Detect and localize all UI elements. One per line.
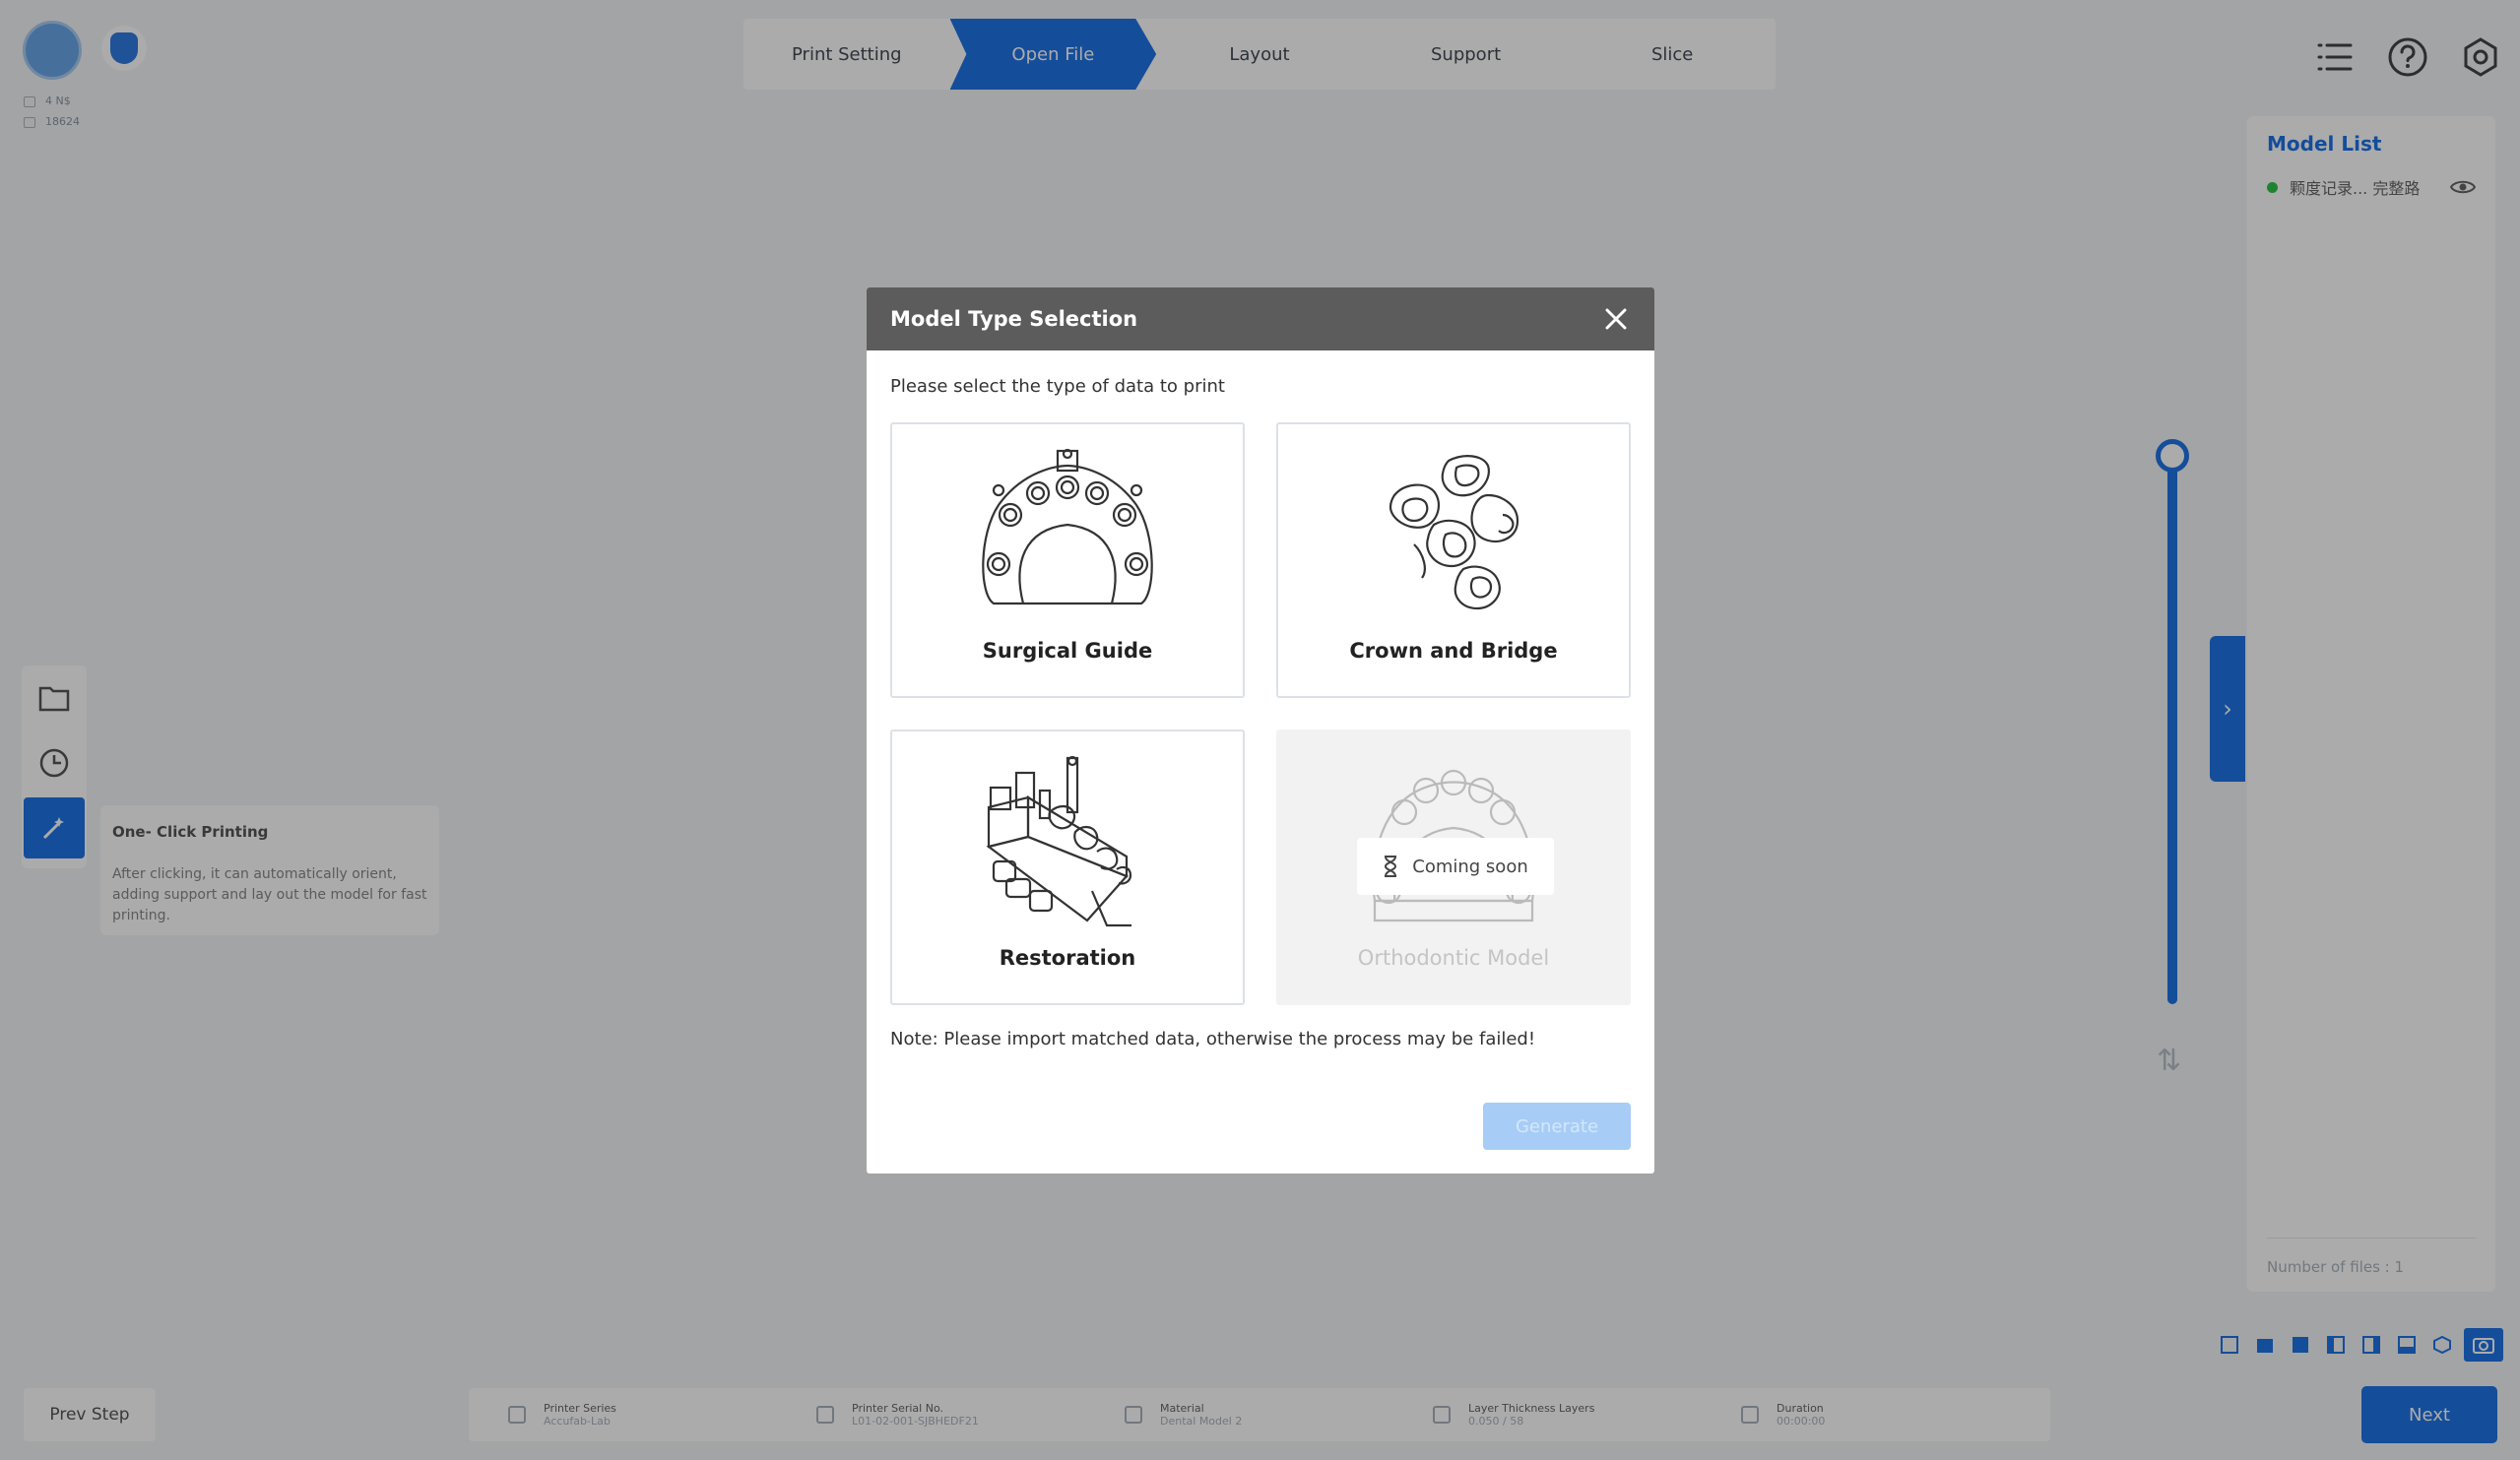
coming-soon-badge: Coming soon bbox=[1357, 838, 1554, 895]
hourglass-icon bbox=[1385, 856, 1397, 877]
coming-soon-text: Coming soon bbox=[1412, 856, 1528, 877]
card-label: Surgical Guide bbox=[982, 639, 1153, 663]
generate-button[interactable]: Generate bbox=[1483, 1103, 1631, 1150]
close-icon bbox=[1605, 308, 1627, 330]
model-type-grid: Surgical Guide Crown and Bridge Restorat… bbox=[890, 422, 1631, 1005]
restoration-icon bbox=[986, 755, 1132, 927]
dialog-prompt: Please select the type of data to print bbox=[890, 376, 1225, 397]
crown-bridge-icon bbox=[1389, 455, 1519, 610]
card-crown-and-bridge[interactable]: Crown and Bridge bbox=[1276, 422, 1631, 698]
card-orthodontic-model: Coming soon Orthodontic Model bbox=[1276, 730, 1631, 1005]
card-label: Restoration bbox=[999, 946, 1136, 970]
dialog-title: Model Type Selection bbox=[890, 307, 1138, 331]
surgical-guide-icon bbox=[982, 448, 1153, 605]
card-label: Crown and Bridge bbox=[1349, 639, 1558, 663]
card-surgical-guide[interactable]: Surgical Guide bbox=[890, 422, 1245, 698]
card-restoration[interactable]: Restoration bbox=[890, 730, 1245, 1005]
card-label: Orthodontic Model bbox=[1357, 946, 1550, 970]
dialog-header: Model Type Selection bbox=[867, 287, 1654, 350]
import-note: Note: Please import matched data, otherw… bbox=[890, 1029, 1536, 1049]
model-type-dialog: Model Type Selection Please select the t… bbox=[867, 287, 1654, 1174]
close-button[interactable] bbox=[1601, 304, 1631, 334]
dialog-body: Please select the type of data to print bbox=[867, 350, 1654, 1049]
